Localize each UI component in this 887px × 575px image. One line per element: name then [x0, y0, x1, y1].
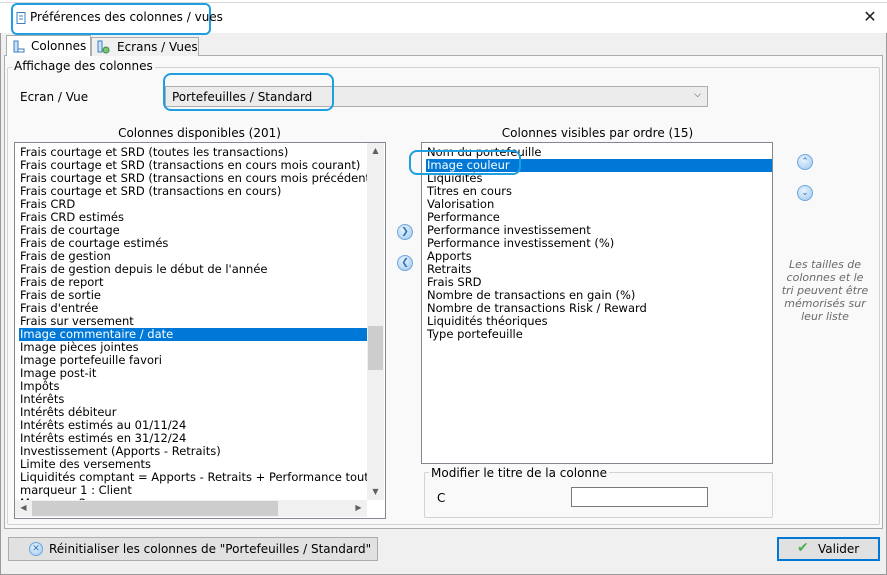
close-button[interactable]: ✕	[858, 6, 882, 28]
reset-close-icon: ✕	[29, 542, 43, 556]
available-vertical-scrollbar[interactable]: ▲ ▼	[367, 143, 384, 500]
screens-tab-icon	[97, 40, 110, 54]
scroll-right-icon[interactable]: ▶	[351, 503, 366, 512]
visible-column-list-item[interactable]: Type portefeuille	[426, 328, 772, 341]
add-column-right-arrow-icon[interactable]: ❯	[397, 224, 413, 240]
tab-colonnes-label: Colonnes	[31, 39, 87, 53]
remove-column-left-arrow-icon[interactable]: ❮	[397, 255, 413, 271]
affichage-group-title: Affichage des colonnes	[12, 59, 155, 73]
columns-tab-icon	[13, 40, 25, 53]
chevron-down-icon: ⌵	[694, 90, 701, 100]
available-vertical-thumb[interactable]	[368, 326, 383, 370]
modify-title-label: C	[437, 491, 446, 505]
visible-item-highlight-annotation	[409, 150, 521, 175]
move-down-icon[interactable]: ⌄	[797, 185, 813, 201]
tab-colonnes[interactable]: Colonnes	[6, 35, 91, 56]
ecran-highlight-annotation	[163, 73, 334, 111]
available-column-list-item[interactable]: Image post-it	[19, 367, 369, 380]
scroll-up-icon[interactable]: ▲	[368, 146, 383, 155]
document-icon	[16, 12, 26, 24]
available-column-list-item[interactable]: Impôts	[19, 380, 369, 393]
sorting-hint-text: Les tailles de colonnes et le tri peuven…	[781, 258, 869, 323]
visible-columns-list[interactable]: Nom du portefeuille Image couleur Liquidit…	[421, 142, 773, 464]
checkmark-icon: ✔	[797, 540, 809, 556]
scroll-down-icon[interactable]: ▼	[368, 487, 383, 496]
available-columns-header: Colonnes disponibles (201)	[118, 126, 281, 140]
ecran-vue-label: Ecran / Vue	[20, 90, 89, 104]
move-up-icon[interactable]: ⌃	[797, 154, 813, 170]
visible-column-list-item[interactable]: Apports	[426, 250, 772, 263]
available-columns-list[interactable]: Frais courtage et SRD (toutes les transa…	[14, 142, 386, 519]
reset-columns-label: Réinitialiser les colonnes de "Portefeui…	[49, 542, 372, 556]
visible-columns-header: Colonnes visibles par ordre (15)	[501, 126, 694, 140]
scroll-left-icon[interactable]: ◀	[16, 503, 31, 512]
available-horizontal-thumb[interactable]	[32, 501, 278, 516]
tab-ecrans-label: Ecrans / Vues	[117, 40, 198, 54]
tab-ecrans-vues[interactable]: Ecrans / Vues	[91, 37, 199, 56]
visible-column-list-item[interactable]: Performance investissement (%)	[426, 237, 772, 250]
column-title-input[interactable]	[571, 487, 708, 507]
dialog-title: Préférences des colonnes / vues	[30, 10, 223, 24]
modify-title-heading: Modifier le titre de la colonne	[429, 466, 610, 480]
valider-label: Valider	[818, 542, 860, 556]
